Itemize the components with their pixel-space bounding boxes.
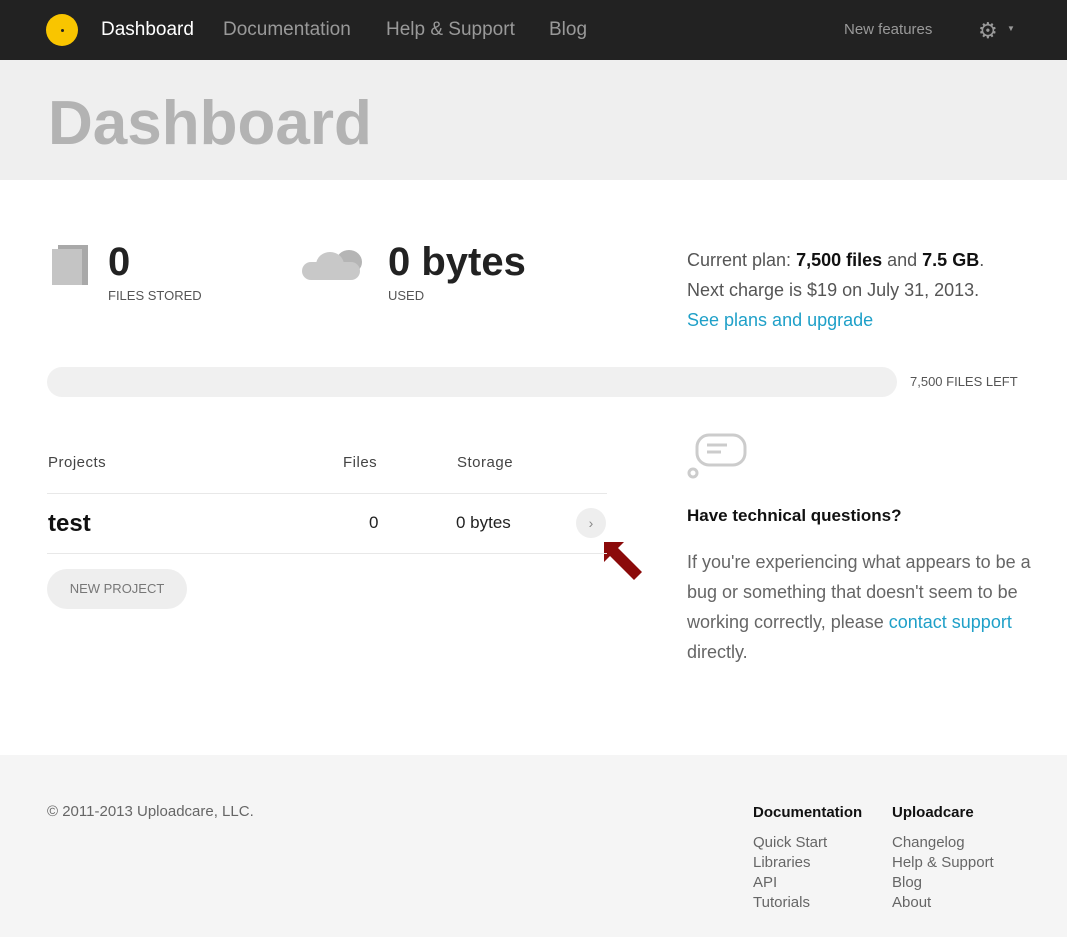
red-arrow-annotation-icon: [604, 542, 642, 580]
contact-support-link[interactable]: contact support: [889, 612, 1012, 632]
cloud-icon: [302, 248, 368, 280]
footer-link-about[interactable]: About: [892, 893, 994, 913]
plan-and: and: [882, 250, 923, 270]
used-value: 0 bytes: [388, 240, 526, 284]
next-charge: Next charge is $19 on July 31, 2013.: [687, 280, 980, 300]
page-title: Dashboard: [48, 89, 372, 158]
nav-new-features[interactable]: New features: [844, 21, 932, 38]
files-stored-value: 0: [108, 240, 131, 284]
usage-progress-bar: [47, 367, 897, 397]
footer-col-title: Documentation: [753, 804, 863, 821]
plan-suffix: .: [979, 250, 985, 270]
project-name[interactable]: test: [48, 510, 91, 538]
footer-link-quick-start[interactable]: Quick Start: [753, 833, 862, 853]
upgrade-link[interactable]: See plans and upgrade: [687, 310, 873, 330]
hero-banner: Dashboard: [0, 60, 1067, 180]
plan-size: 7.5 GB: [922, 250, 980, 270]
plan-files: 7,500 files: [796, 250, 883, 270]
footer: © 2011-2013 Uploadcare, LLC. Documentati…: [0, 755, 1067, 937]
footer-link-libraries[interactable]: Libraries: [753, 853, 862, 873]
support-text: If you're experiencing what appears to b…: [687, 547, 1032, 667]
col-storage: Storage: [457, 454, 514, 471]
footer-link-blog[interactable]: Blog: [892, 873, 994, 893]
project-files: 0: [369, 513, 379, 532]
col-files: Files: [343, 454, 378, 471]
gear-icon[interactable]: ⚙: [978, 18, 998, 44]
support-title: Have technical questions?: [687, 506, 902, 525]
nav-dashboard[interactable]: Dashboard: [101, 19, 194, 41]
footer-link-changelog[interactable]: Changelog: [892, 833, 994, 853]
nav-documentation[interactable]: Documentation: [223, 19, 351, 41]
chevron-right-icon[interactable]: ›: [576, 508, 606, 538]
used-label: USED: [388, 288, 425, 303]
new-project-button[interactable]: NEW PROJECT: [47, 569, 187, 609]
speech-bubble-icon: [687, 433, 747, 479]
top-nav: Dashboard Documentation Help & Support B…: [0, 0, 1067, 60]
caret-down-icon[interactable]: ▼: [1007, 24, 1015, 33]
plan-prefix: Current plan:: [687, 250, 797, 270]
support-after: directly.: [687, 642, 748, 662]
copyright: © 2011-2013 Uploadcare, LLC.: [47, 803, 254, 820]
footer-link-tutorials[interactable]: Tutorials: [753, 893, 862, 913]
divider: [47, 493, 607, 494]
nav-blog[interactable]: Blog: [549, 19, 587, 41]
footer-col-uploadcare: Uploadcare Changelog Help & Support Blog…: [892, 803, 994, 913]
project-storage: 0 bytes: [456, 513, 511, 532]
files-stored-label: FILES STORED: [108, 288, 202, 303]
footer-link-api[interactable]: API: [753, 873, 862, 893]
files-left: 7,500 FILES LEFT: [910, 374, 1018, 389]
nav-help-support[interactable]: Help & Support: [386, 19, 515, 41]
divider: [47, 553, 607, 554]
plan-info: Current plan: 7,500 files and 7.5 GB. Ne…: [687, 245, 984, 335]
logo[interactable]: [46, 14, 78, 46]
footer-link-help-support[interactable]: Help & Support: [892, 853, 994, 873]
col-projects: Projects: [48, 454, 107, 471]
footer-col-title: Uploadcare: [892, 804, 974, 821]
files-icon: [52, 245, 88, 285]
footer-col-documentation: Documentation Quick Start Libraries API …: [753, 803, 862, 913]
